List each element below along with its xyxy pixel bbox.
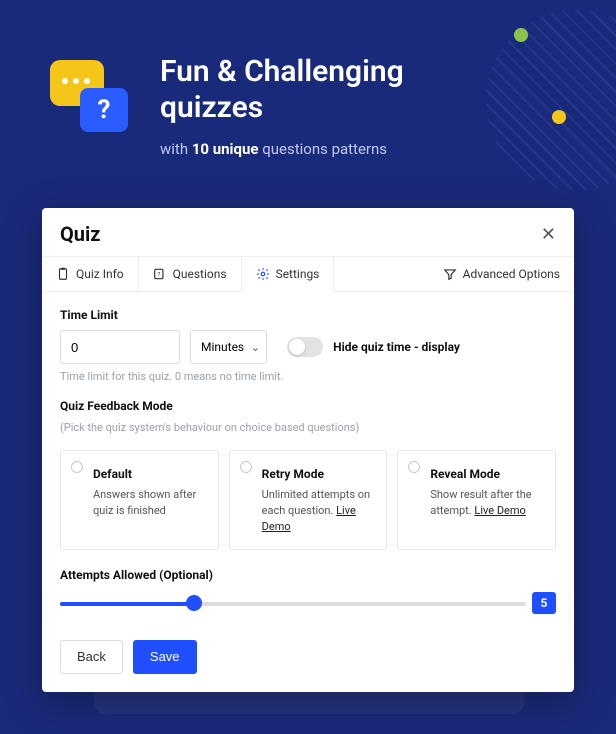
question-list-icon: ?: [153, 267, 167, 281]
option-desc: Show result after the attempt. Live Demo: [430, 487, 543, 519]
tab-label: Advanced Options: [463, 267, 560, 281]
tab-label: Quiz Info: [76, 267, 124, 281]
tab-settings[interactable]: Settings: [242, 257, 335, 291]
tab-label: Questions: [173, 267, 227, 281]
time-unit-value: Minutes: [201, 340, 244, 354]
hero-subtitle: with 10 unique questions patterns: [160, 140, 404, 158]
svg-text:?: ?: [157, 272, 160, 278]
filter-icon: [443, 267, 457, 281]
attempts-label: Attempts Allowed (Optional): [60, 568, 556, 582]
live-demo-link[interactable]: Live Demo: [474, 504, 525, 517]
option-title: Retry Mode: [262, 467, 375, 481]
chevron-down-icon: ⌄: [251, 341, 260, 354]
time-limit-hint: Time limit for this quiz. 0 means no tim…: [60, 370, 556, 383]
time-limit-label: Time Limit: [60, 308, 556, 322]
close-icon[interactable]: ✕: [541, 224, 556, 245]
slider-thumb[interactable]: [186, 595, 202, 611]
decorative-dot-green: [514, 28, 528, 42]
panel-title: Quiz: [60, 222, 100, 246]
slider-value-badge: 5: [532, 592, 556, 614]
gear-icon: [256, 267, 270, 281]
feedback-option-retry[interactable]: Retry Mode Unlimited attempts on each qu…: [229, 450, 388, 550]
tabs: Quiz Info ? Questions Settings Advanced …: [42, 256, 574, 292]
tab-label: Settings: [276, 267, 320, 281]
radio-icon: [408, 461, 420, 473]
slider-fill: [60, 602, 194, 606]
decorative-dot-yellow: [552, 110, 566, 124]
tab-quiz-info[interactable]: Quiz Info: [42, 257, 139, 291]
radio-icon: [71, 461, 83, 473]
question-bubble-icon: ?: [80, 88, 128, 132]
hero-title: Fun & Challenging quizzes: [160, 54, 404, 126]
time-unit-select[interactable]: Minutes ⌄: [190, 330, 267, 364]
back-button[interactable]: Back: [60, 640, 123, 674]
decorative-wave: [486, 10, 616, 190]
feedback-option-default[interactable]: Default Answers shown after quiz is fini…: [60, 450, 219, 550]
hide-time-toggle[interactable]: [287, 337, 323, 357]
tab-advanced-options[interactable]: Advanced Options: [429, 257, 574, 291]
option-title: Reveal Mode: [430, 467, 543, 481]
hero-text: Fun & Challenging quizzes with 10 unique…: [160, 54, 404, 158]
tab-questions[interactable]: ? Questions: [139, 257, 242, 291]
feedback-option-reveal[interactable]: Reveal Mode Show result after the attemp…: [397, 450, 556, 550]
option-title: Default: [93, 467, 206, 481]
time-limit-input[interactable]: [60, 330, 180, 364]
option-desc: Unlimited attempts on each question. Liv…: [262, 487, 375, 535]
save-button[interactable]: Save: [133, 640, 197, 674]
clipboard-icon: [56, 267, 70, 281]
attempts-slider[interactable]: 5: [60, 594, 556, 614]
radio-icon: [240, 461, 252, 473]
hide-time-label: Hide quiz time - display: [333, 340, 460, 354]
feedback-mode-hint: (Pick the quiz system's behaviour on cho…: [60, 421, 556, 434]
feedback-mode-label: Quiz Feedback Mode: [60, 399, 556, 413]
option-desc: Answers shown after quiz is finished: [93, 487, 206, 519]
quiz-settings-panel: Quiz ✕ Quiz Info ? Questions Settings Ad…: [42, 208, 574, 692]
hero-chat-icon: ?: [50, 60, 104, 106]
